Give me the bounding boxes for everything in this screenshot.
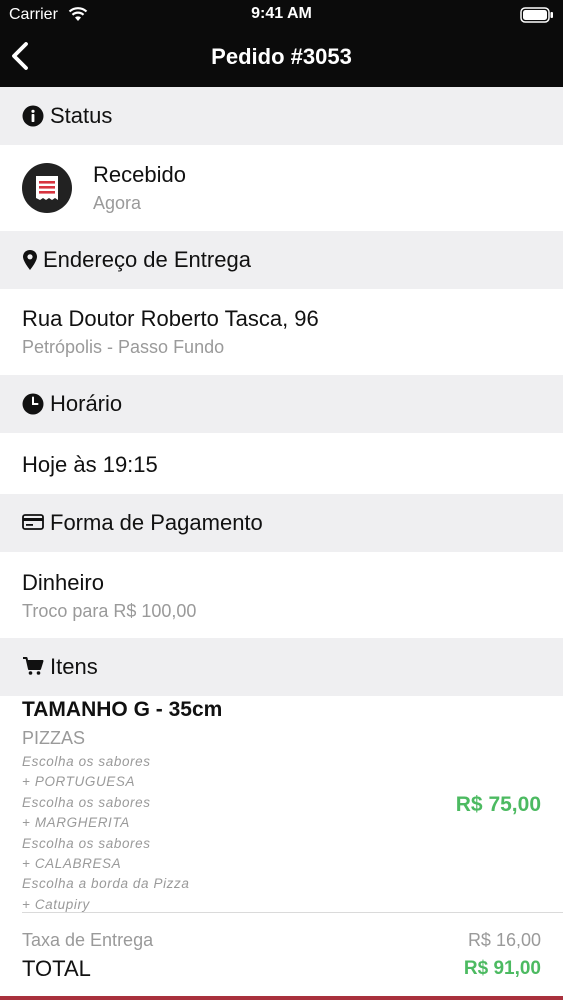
- address-section-label: Endereço de Entrega: [43, 247, 251, 272]
- time-value: Hoje às 19:15: [22, 452, 158, 477]
- address-row: Rua Doutor Roberto Tasca, 96 Petrópolis …: [0, 289, 563, 375]
- address-street: Rua Doutor Roberto Tasca, 96: [22, 306, 319, 331]
- address-district: Petrópolis - Passo Fundo: [22, 337, 225, 357]
- status-time-label: Agora: [93, 193, 142, 213]
- time-row: Hoje às 19:15: [0, 433, 563, 494]
- total-value: R$ 91,00: [463, 958, 541, 979]
- status-row: Recebido Agora: [0, 145, 563, 231]
- bottom-accent-bar: [0, 996, 563, 1000]
- item-price: R$ 75,00: [455, 793, 541, 816]
- location-pin-icon: [23, 250, 37, 270]
- status-value: Recebido: [93, 162, 186, 187]
- delivery-fee-value: R$ 16,00: [467, 930, 541, 950]
- time-section-header: Horário: [0, 375, 563, 433]
- item-option: + CALABRESA: [22, 856, 122, 871]
- credit-card-icon: [22, 514, 44, 530]
- divider: [22, 912, 563, 913]
- page-title: Pedido #3053: [211, 44, 352, 69]
- battery-icon: [520, 7, 553, 23]
- address-section-header: Endereço de Entrega: [0, 231, 563, 289]
- item-title: TAMANHO G - 35cm: [22, 698, 223, 721]
- delivery-fee-label: Taxa de Entrega: [22, 930, 154, 950]
- navigation-bar: Carrier 9:41 AM Pedido #3053: [0, 0, 563, 87]
- payment-change: Troco para R$ 100,00: [22, 601, 197, 621]
- items-section-label: Itens: [50, 654, 98, 679]
- total-label: TOTAL: [22, 956, 91, 981]
- status-section-header: Status: [0, 87, 563, 145]
- item-option: Escolha os sabores: [22, 795, 151, 810]
- status-time: 9:41 AM: [251, 5, 312, 22]
- payment-section-label: Forma de Pagamento: [50, 510, 263, 535]
- item-option: Escolha os sabores: [22, 836, 151, 851]
- item-category: PIZZAS: [22, 728, 86, 748]
- item-option: + Catupiry: [22, 897, 90, 912]
- clock-icon: [22, 393, 44, 415]
- item-option: Escolha a borda da Pizza: [22, 876, 190, 891]
- receipt-icon: [22, 163, 72, 213]
- cart-icon: [23, 657, 44, 675]
- info-icon: [22, 105, 44, 127]
- time-section-label: Horário: [50, 391, 123, 416]
- items-section-header: Itens: [0, 638, 563, 696]
- item-option: + PORTUGUESA: [22, 774, 136, 789]
- item-option: Escolha os sabores: [22, 754, 151, 769]
- nav-header: Pedido #3053: [0, 30, 563, 87]
- status-section-label: Status: [50, 103, 113, 128]
- payment-section-header: Forma de Pagamento: [0, 494, 563, 552]
- payment-method: Dinheiro: [22, 570, 104, 595]
- payment-row: Dinheiro Troco para R$ 100,00: [0, 552, 563, 638]
- item-option: + MARGHERITA: [22, 815, 130, 830]
- status-bar: Carrier 9:41 AM: [0, 0, 563, 30]
